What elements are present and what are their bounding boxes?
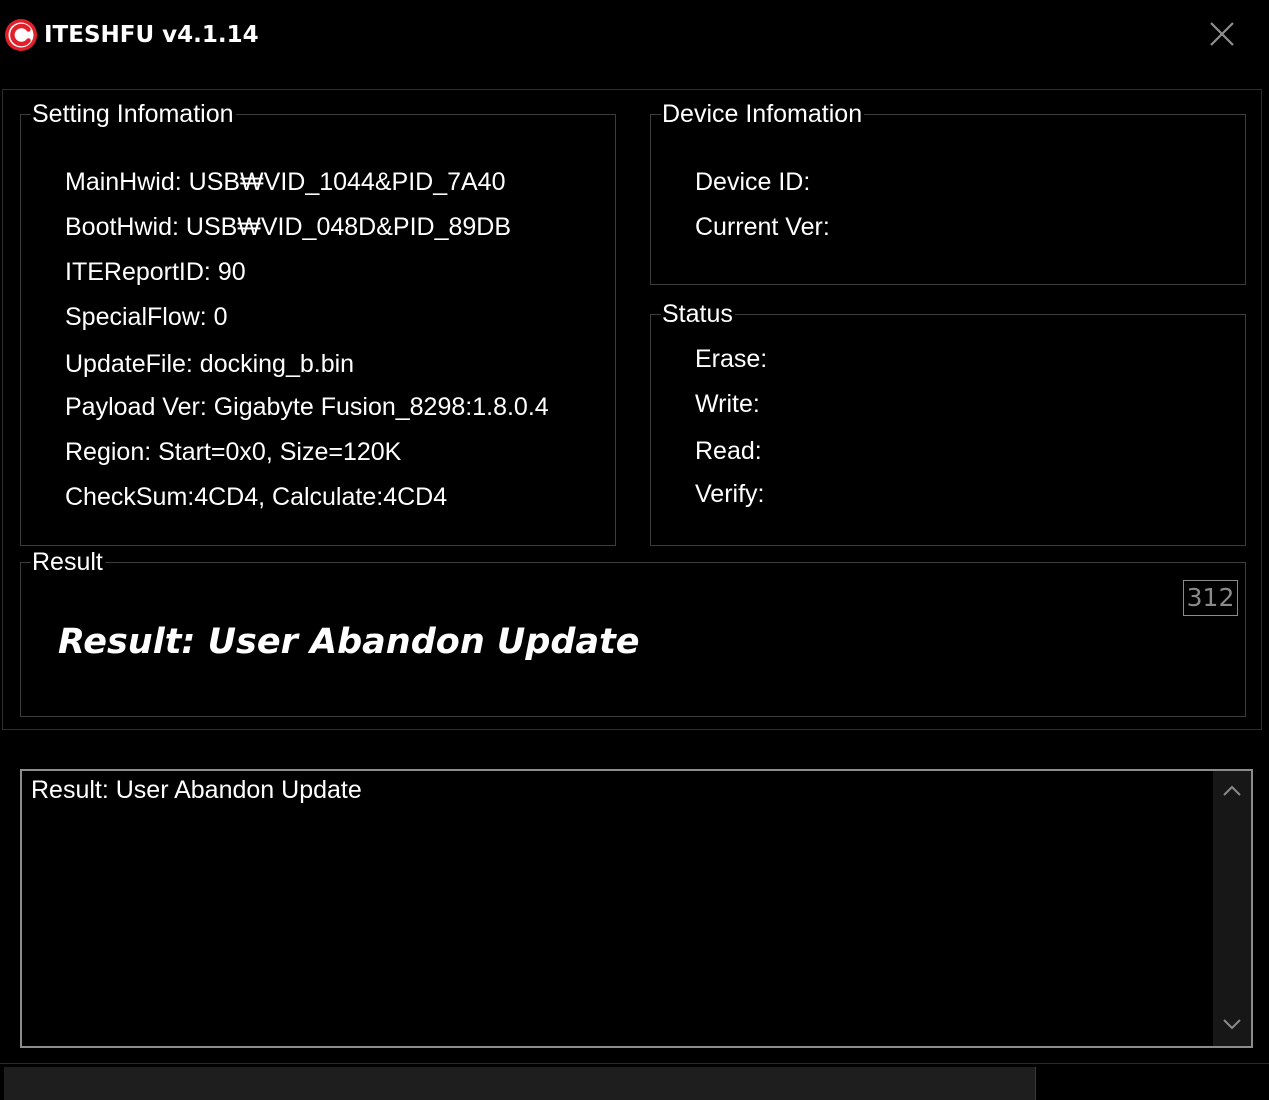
checksum-label: CheckSum:4CD4, Calculate:4CD4 bbox=[65, 483, 448, 511]
device-information-group: Device Infomation bbox=[650, 100, 1246, 285]
verify-status-label: Verify: bbox=[695, 480, 765, 508]
setting-information-title: Setting Infomation bbox=[31, 100, 236, 128]
log-text: Result: User Abandon Update bbox=[31, 776, 362, 804]
log-scrollbar[interactable] bbox=[1213, 771, 1251, 1046]
countdown-counter: 312 bbox=[1183, 580, 1238, 616]
update-file-label: UpdateFile: docking_b.bin bbox=[65, 350, 355, 378]
red-circle-c-logo-icon bbox=[4, 18, 38, 52]
result-headline: Result: User Abandon Update bbox=[58, 622, 640, 662]
device-id-label: Device ID: bbox=[695, 168, 811, 196]
write-status-label: Write: bbox=[695, 390, 760, 418]
erase-status-label: Erase: bbox=[695, 345, 768, 373]
region-label: Region: Start=0x0, Size=120K bbox=[65, 438, 402, 466]
close-button[interactable] bbox=[1200, 12, 1244, 56]
ite-report-id-label: ITEReportID: 90 bbox=[65, 258, 246, 286]
read-status-label: Read: bbox=[695, 437, 762, 465]
bottom-divider bbox=[0, 1063, 1269, 1064]
payload-ver-label: Payload Ver: Gigabyte Fusion_8298:1.8.0.… bbox=[65, 393, 549, 421]
special-flow-label: SpecialFlow: 0 bbox=[65, 303, 228, 331]
current-ver-label: Current Ver: bbox=[695, 213, 830, 241]
boot-hwid-label: BootHwid: USB₩VID_048D&PID_89DB bbox=[65, 213, 512, 241]
window-title: ITESHFU v4.1.14 bbox=[44, 22, 259, 48]
main-hwid-label: MainHwid: USB₩VID_1044&PID_7A40 bbox=[65, 168, 506, 196]
chevron-up-icon bbox=[1223, 785, 1241, 796]
progress-bar bbox=[4, 1067, 1036, 1100]
scroll-down-button[interactable] bbox=[1213, 1008, 1251, 1042]
close-icon bbox=[1210, 22, 1234, 46]
log-textbox[interactable]: Result: User Abandon Update bbox=[20, 769, 1253, 1048]
status-title: Status bbox=[661, 300, 735, 328]
result-title: Result bbox=[31, 548, 105, 576]
device-information-title: Device Infomation bbox=[661, 100, 865, 128]
scroll-up-button[interactable] bbox=[1213, 775, 1251, 809]
status-bar-cell bbox=[1037, 1067, 1269, 1100]
chevron-down-icon bbox=[1223, 1019, 1241, 1030]
title-bar: ITESHFU v4.1.14 bbox=[0, 0, 1269, 72]
